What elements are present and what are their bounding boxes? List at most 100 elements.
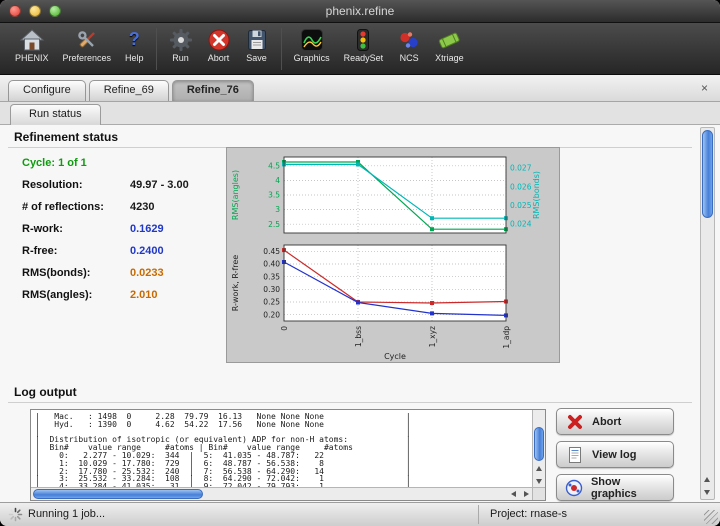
svg-text:0.026: 0.026: [510, 182, 532, 191]
stat-row-rfree: R-free:0.2400: [22, 245, 222, 267]
toolbar-button-label: Preferences: [63, 53, 112, 63]
progress-spinner-icon: [8, 507, 23, 525]
run-status-tab-bar: Run status: [0, 102, 720, 125]
toolbar-button-ncs[interactable]: NCS: [392, 26, 426, 63]
tab-label: Refine_76: [187, 84, 239, 96]
svg-text:4: 4: [275, 176, 280, 185]
svg-text:R-work, R-free: R-work, R-free: [231, 255, 240, 312]
scroll-right-button[interactable]: [520, 488, 532, 500]
svg-text:0.30: 0.30: [263, 285, 280, 294]
rwork-value: 0.1629: [130, 223, 164, 235]
close-window-button[interactable]: [9, 5, 21, 17]
svg-text:2.5: 2.5: [268, 220, 280, 229]
scrollbar-thumb[interactable]: [33, 489, 203, 499]
toolbar-button-run[interactable]: Run: [164, 26, 198, 63]
scroll-down-button[interactable]: [701, 486, 713, 498]
toolbar-button-phenix[interactable]: PHENIX: [10, 26, 54, 63]
scroll-left-button[interactable]: [507, 488, 519, 500]
toolbar-button-label: Help: [125, 53, 144, 63]
close-tab-icon[interactable]: ×: [697, 76, 712, 101]
abort-icon: [207, 26, 231, 53]
toolbar-button-label: Xtriage: [435, 53, 464, 63]
toolbar-button-label: ReadySet: [344, 53, 384, 63]
rfree-value: 0.2400: [130, 245, 164, 257]
tab-label: Configure: [23, 84, 71, 96]
log-horizontal-scrollbar[interactable]: [31, 487, 532, 500]
refinement-chart: 4.543.532.50.0270.0260.0250.024RMS(angle…: [226, 147, 560, 363]
svg-text:0.45: 0.45: [263, 247, 280, 256]
zoom-window-button[interactable]: [49, 5, 61, 17]
toolbar: PHENIX Preferences ? Help Run Abort: [0, 23, 720, 75]
help-icon: ?: [129, 26, 140, 53]
toolbar-button-help[interactable]: ? Help: [120, 26, 149, 63]
save-disk-icon: [245, 26, 269, 53]
svg-text:1_xyz: 1_xyz: [428, 326, 437, 347]
toolbar-button-graphics[interactable]: Graphics: [289, 26, 335, 63]
status-bar: Running 1 job... Project: rnase-s: [0, 502, 720, 526]
project-name-text: Project: rnase-s: [490, 503, 567, 526]
resize-grip[interactable]: [704, 510, 718, 524]
abort-button[interactable]: Abort: [556, 408, 674, 435]
toolbar-button-xtriage[interactable]: Xtriage: [430, 26, 469, 63]
toolbar-button-label: Graphics: [294, 53, 330, 63]
scroll-down-button[interactable]: [533, 475, 545, 487]
graphics-icon: [300, 26, 324, 53]
toolbar-button-label: Abort: [208, 53, 230, 63]
log-output[interactable]: | Mac. : 1498 0 2.28 79.79 16.13 None No…: [30, 409, 546, 501]
svg-text:0.40: 0.40: [263, 260, 280, 269]
svg-text:1_adp: 1_adp: [502, 326, 511, 349]
button-label: View log: [592, 449, 636, 461]
minimize-window-button[interactable]: [29, 5, 41, 17]
stat-row-resolution: Resolution:49.97 - 3.00: [22, 179, 222, 201]
toolbar-button-label: Run: [172, 53, 189, 63]
toolbar-button-label: Save: [246, 53, 267, 63]
toolbar-button-label: NCS: [400, 53, 419, 63]
content-scrollbar[interactable]: [700, 127, 715, 500]
toolbar-separator: [156, 28, 157, 70]
scroll-up-button[interactable]: [701, 473, 713, 485]
phenix-home-icon: [20, 26, 44, 53]
svg-text:1_bss: 1_bss: [354, 326, 363, 347]
toolbar-button-preferences[interactable]: Preferences: [58, 26, 117, 63]
show-graphics-button[interactable]: Show graphics: [556, 474, 674, 501]
button-label: Show graphics: [591, 476, 665, 500]
tab-configure[interactable]: Configure: [8, 80, 86, 101]
view-log-button[interactable]: View log: [556, 441, 674, 468]
rms-angles-value: 2.010: [130, 289, 158, 301]
stat-row-reflections: # of reflections:4230: [22, 201, 222, 223]
scrollbar-thumb[interactable]: [534, 427, 544, 461]
svg-text:RMS(bonds): RMS(bonds): [532, 171, 541, 219]
svg-text:0.20: 0.20: [263, 310, 280, 319]
tab-refine-69[interactable]: Refine_69: [89, 80, 169, 101]
running-status-text: Running 1 job...: [28, 503, 105, 526]
toolbar-button-save[interactable]: Save: [240, 26, 274, 63]
svg-text:RMS(angles): RMS(angles): [231, 170, 240, 220]
titlebar: phenix.refine: [0, 0, 720, 23]
toolbar-button-readyset[interactable]: ReadySet: [339, 26, 389, 63]
ncs-icon: [397, 26, 421, 53]
refinement-stats: Cycle: 1 of 1 Resolution:49.97 - 3.00 # …: [22, 157, 222, 311]
svg-text:0.35: 0.35: [263, 272, 280, 281]
svg-text:Cycle: Cycle: [384, 352, 406, 361]
tab-run-status[interactable]: Run status: [10, 104, 101, 125]
run-status-panel: Refinement status Cycle: 1 of 1 Resoluti…: [0, 125, 720, 502]
tab-refine-76[interactable]: Refine_76: [172, 80, 254, 101]
scrollbar-corner: [532, 487, 545, 500]
graphics-sphere-icon: [565, 478, 584, 498]
svg-text:0.025: 0.025: [510, 201, 532, 210]
toolbar-button-abort[interactable]: Abort: [202, 26, 236, 63]
stat-row-rms-bonds: RMS(bonds):0.0233: [22, 267, 222, 289]
reflections-value: 4230: [130, 201, 154, 213]
refinement-status-heading: Refinement status: [14, 130, 118, 144]
scrollbar-thumb[interactable]: [702, 130, 713, 218]
tab-label: Refine_69: [104, 84, 154, 96]
log-vertical-scrollbar[interactable]: [532, 410, 545, 487]
svg-text:0.25: 0.25: [263, 298, 280, 307]
window-controls: [9, 5, 61, 17]
scroll-up-button[interactable]: [533, 462, 545, 474]
toolbar-button-label: PHENIX: [15, 53, 49, 63]
svg-text:0: 0: [280, 326, 289, 331]
run-gear-icon: [169, 26, 193, 53]
stat-row-rms-angles: RMS(angles):2.010: [22, 289, 222, 311]
abort-x-icon: [565, 412, 585, 432]
